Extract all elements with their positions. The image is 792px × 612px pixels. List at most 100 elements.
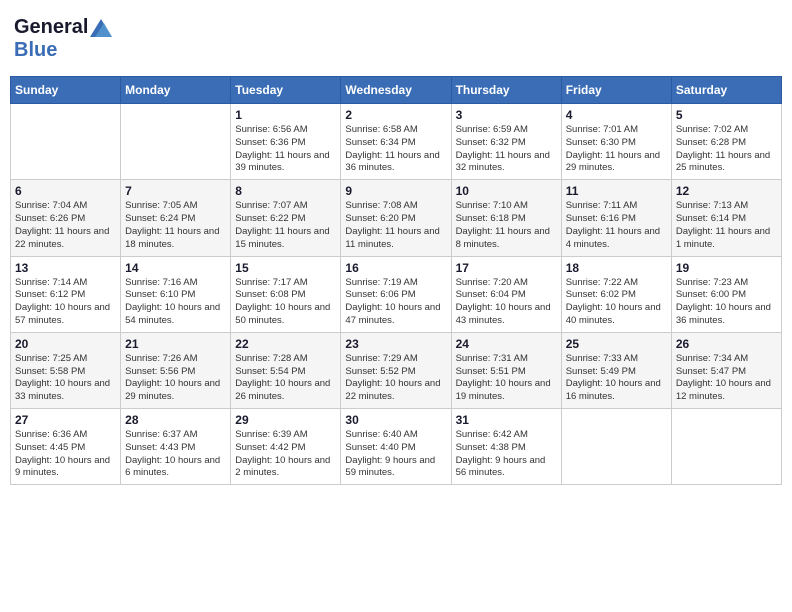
calendar-header-row: SundayMondayTuesdayWednesdayThursdayFrid…	[11, 77, 782, 104]
calendar-cell: 26 Sunrise: 7:34 AM Sunset: 5:47 PM Dayli…	[671, 332, 781, 408]
calendar-cell: 18 Sunrise: 7:22 AM Sunset: 6:02 PM Dayli…	[561, 256, 671, 332]
logo-blue-text: Blue	[14, 39, 57, 61]
day-number: 11	[566, 184, 667, 198]
day-number: 27	[15, 413, 116, 427]
day-of-week-header: Friday	[561, 77, 671, 104]
day-number: 10	[456, 184, 557, 198]
day-number: 9	[345, 184, 446, 198]
calendar-cell: 7 Sunrise: 7:05 AM Sunset: 6:24 PM Daylig…	[121, 180, 231, 256]
calendar-cell: 17Sunrise: 7:20 AM Sunset: 6:04 PM Dayli…	[451, 256, 561, 332]
calendar-cell: 20 Sunrise: 7:25 AM Sunset: 5:58 PM Dayli…	[11, 332, 121, 408]
calendar-cell: 3Sunrise: 6:59 AM Sunset: 6:32 PM Daylig…	[451, 104, 561, 180]
calendar-cell: 25 Sunrise: 7:33 AM Sunset: 5:49 PM Dayli…	[561, 332, 671, 408]
day-number: 1	[235, 108, 336, 122]
day-info: Sunrise: 7:25 AM Sunset: 5:58 PM Dayligh…	[15, 353, 116, 404]
day-info: Sunrise: 7:26 AM Sunset: 5:56 PM Dayligh…	[125, 353, 226, 404]
day-info: Sunrise: 7:34 AM Sunset: 5:47 PM Dayligh…	[676, 353, 777, 404]
day-info: Sunrise: 7:02 AM Sunset: 6:28 PM Dayligh…	[676, 124, 777, 175]
calendar-cell	[11, 104, 121, 180]
calendar-cell: 30 Sunrise: 6:40 AM Sunset: 4:40 PM Dayli…	[341, 409, 451, 485]
day-number: 26	[676, 337, 777, 351]
calendar-cell: 31 Sunrise: 6:42 AM Sunset: 4:38 PM Dayli…	[451, 409, 561, 485]
calendar-cell: 2Sunrise: 6:58 AM Sunset: 6:34 PM Daylig…	[341, 104, 451, 180]
calendar-cell: 28Sunrise: 6:37 AM Sunset: 4:43 PM Dayli…	[121, 409, 231, 485]
day-info: Sunrise: 7:01 AM Sunset: 6:30 PM Dayligh…	[566, 124, 667, 175]
day-number: 19	[676, 261, 777, 275]
logo-icon	[90, 19, 112, 37]
day-number: 7	[125, 184, 226, 198]
day-info: Sunrise: 7:08 AM Sunset: 6:20 PM Dayligh…	[345, 200, 446, 251]
calendar-cell: 15 Sunrise: 7:17 AM Sunset: 6:08 PM Dayli…	[231, 256, 341, 332]
day-info: Sunrise: 6:42 AM Sunset: 4:38 PM Dayligh…	[456, 429, 557, 480]
day-info: Sunrise: 6:40 AM Sunset: 4:40 PM Dayligh…	[345, 429, 446, 480]
day-info: Sunrise: 7:17 AM Sunset: 6:08 PM Dayligh…	[235, 277, 336, 328]
day-info: Sunrise: 7:23 AM Sunset: 6:00 PM Dayligh…	[676, 277, 777, 328]
day-info: Sunrise: 7:14 AM Sunset: 6:12 PM Dayligh…	[15, 277, 116, 328]
calendar-week-row: 1 Sunrise: 6:56 AM Sunset: 6:36 PM Daylig…	[11, 104, 782, 180]
day-info: Sunrise: 7:33 AM Sunset: 5:49 PM Dayligh…	[566, 353, 667, 404]
day-number: 13	[15, 261, 116, 275]
day-number: 17	[456, 261, 557, 275]
logo: General Blue	[14, 16, 114, 62]
calendar-cell: 24 Sunrise: 7:31 AM Sunset: 5:51 PM Dayli…	[451, 332, 561, 408]
calendar-cell: 27 Sunrise: 6:36 AM Sunset: 4:45 PM Dayli…	[11, 409, 121, 485]
day-of-week-header: Sunday	[11, 77, 121, 104]
day-of-week-header: Tuesday	[231, 77, 341, 104]
day-number: 18	[566, 261, 667, 275]
day-number: 5	[676, 108, 777, 122]
calendar-cell: 29 Sunrise: 6:39 AM Sunset: 4:42 PM Dayli…	[231, 409, 341, 485]
day-info: Sunrise: 6:37 AM Sunset: 4:43 PM Dayligh…	[125, 429, 226, 480]
day-number: 25	[566, 337, 667, 351]
day-number: 29	[235, 413, 336, 427]
calendar-cell: 16Sunrise: 7:19 AM Sunset: 6:06 PM Dayli…	[341, 256, 451, 332]
day-info: Sunrise: 7:16 AM Sunset: 6:10 PM Dayligh…	[125, 277, 226, 328]
calendar-cell: 22 Sunrise: 7:28 AM Sunset: 5:54 PM Dayli…	[231, 332, 341, 408]
day-number: 24	[456, 337, 557, 351]
logo-general-text: General	[14, 16, 88, 39]
day-number: 3	[456, 108, 557, 122]
day-number: 8	[235, 184, 336, 198]
day-info: Sunrise: 7:28 AM Sunset: 5:54 PM Dayligh…	[235, 353, 336, 404]
calendar-cell: 13 Sunrise: 7:14 AM Sunset: 6:12 PM Dayli…	[11, 256, 121, 332]
calendar-cell	[561, 409, 671, 485]
day-info: Sunrise: 7:22 AM Sunset: 6:02 PM Dayligh…	[566, 277, 667, 328]
day-info: Sunrise: 7:13 AM Sunset: 6:14 PM Dayligh…	[676, 200, 777, 251]
calendar-cell: 23 Sunrise: 7:29 AM Sunset: 5:52 PM Dayli…	[341, 332, 451, 408]
calendar-cell: 21 Sunrise: 7:26 AM Sunset: 5:56 PM Dayli…	[121, 332, 231, 408]
day-info: Sunrise: 6:36 AM Sunset: 4:45 PM Dayligh…	[15, 429, 116, 480]
day-number: 20	[15, 337, 116, 351]
calendar-cell: 11 Sunrise: 7:11 AM Sunset: 6:16 PM Dayli…	[561, 180, 671, 256]
day-info: Sunrise: 7:11 AM Sunset: 6:16 PM Dayligh…	[566, 200, 667, 251]
calendar-cell: 14Sunrise: 7:16 AM Sunset: 6:10 PM Dayli…	[121, 256, 231, 332]
day-info: Sunrise: 7:05 AM Sunset: 6:24 PM Dayligh…	[125, 200, 226, 251]
day-info: Sunrise: 7:04 AM Sunset: 6:26 PM Dayligh…	[15, 200, 116, 251]
day-number: 16	[345, 261, 446, 275]
day-of-week-header: Wednesday	[341, 77, 451, 104]
day-number: 21	[125, 337, 226, 351]
calendar-week-row: 13 Sunrise: 7:14 AM Sunset: 6:12 PM Dayli…	[11, 256, 782, 332]
day-number: 30	[345, 413, 446, 427]
calendar-cell: 12 Sunrise: 7:13 AM Sunset: 6:14 PM Dayli…	[671, 180, 781, 256]
day-info: Sunrise: 7:29 AM Sunset: 5:52 PM Dayligh…	[345, 353, 446, 404]
day-info: Sunrise: 7:31 AM Sunset: 5:51 PM Dayligh…	[456, 353, 557, 404]
calendar-cell: 6 Sunrise: 7:04 AM Sunset: 6:26 PM Daylig…	[11, 180, 121, 256]
day-info: Sunrise: 6:39 AM Sunset: 4:42 PM Dayligh…	[235, 429, 336, 480]
day-number: 22	[235, 337, 336, 351]
day-number: 31	[456, 413, 557, 427]
calendar-cell: 10Sunrise: 7:10 AM Sunset: 6:18 PM Dayli…	[451, 180, 561, 256]
day-number: 15	[235, 261, 336, 275]
calendar-cell	[671, 409, 781, 485]
day-info: Sunrise: 6:56 AM Sunset: 6:36 PM Dayligh…	[235, 124, 336, 175]
day-of-week-header: Saturday	[671, 77, 781, 104]
calendar-cell: 9 Sunrise: 7:08 AM Sunset: 6:20 PM Daylig…	[341, 180, 451, 256]
day-number: 6	[15, 184, 116, 198]
day-number: 12	[676, 184, 777, 198]
day-number: 23	[345, 337, 446, 351]
calendar-cell: 4 Sunrise: 7:01 AM Sunset: 6:30 PM Daylig…	[561, 104, 671, 180]
calendar-cell: 1 Sunrise: 6:56 AM Sunset: 6:36 PM Daylig…	[231, 104, 341, 180]
calendar-cell: 19 Sunrise: 7:23 AM Sunset: 6:00 PM Dayli…	[671, 256, 781, 332]
calendar-week-row: 20 Sunrise: 7:25 AM Sunset: 5:58 PM Dayli…	[11, 332, 782, 408]
day-of-week-header: Thursday	[451, 77, 561, 104]
calendar-cell: 5 Sunrise: 7:02 AM Sunset: 6:28 PM Daylig…	[671, 104, 781, 180]
day-number: 4	[566, 108, 667, 122]
